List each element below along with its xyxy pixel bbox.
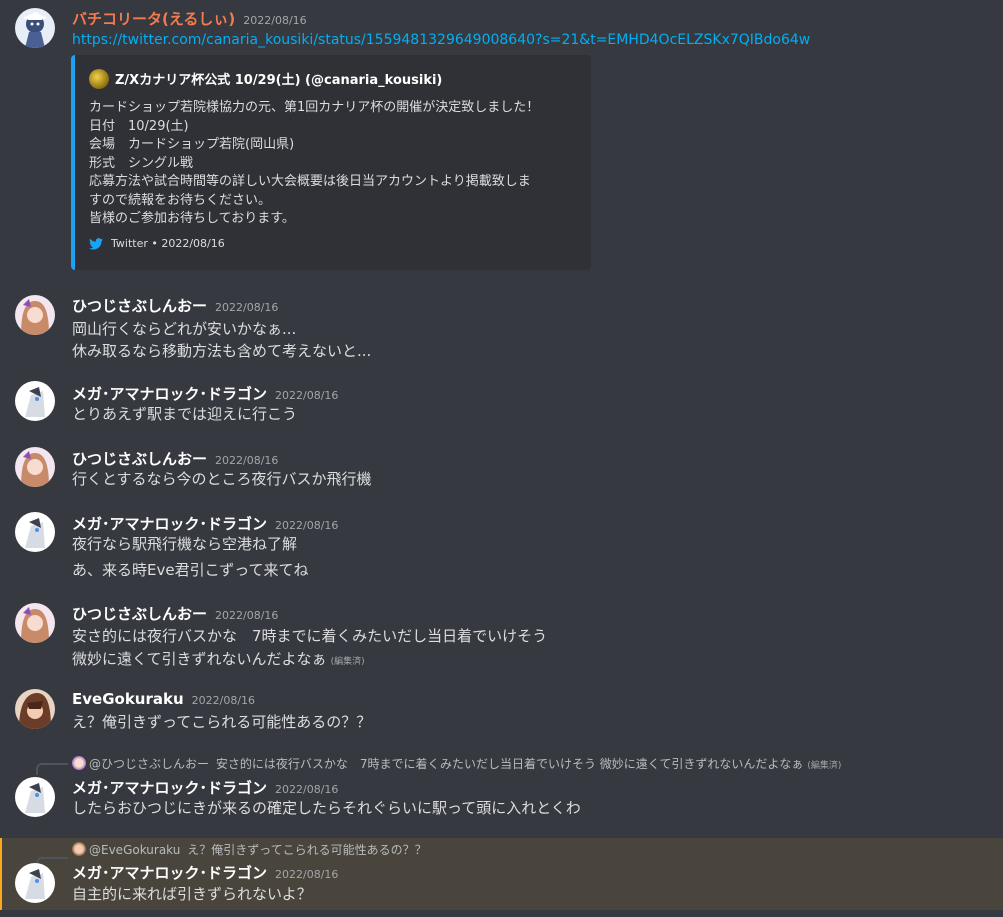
timestamp: 2022/08/16	[275, 868, 339, 881]
username[interactable]: ひつじさぶしんおー 2022/08/16	[72, 295, 278, 316]
avatar[interactable]	[15, 381, 55, 421]
edited-label: (編集済)	[807, 761, 842, 771]
username[interactable]: メガ･アマナロック･ドラゴン 2022/08/16	[72, 383, 338, 404]
message-content: 微妙に遠くて引きずれないんだよなぁ (編集済)	[72, 648, 365, 669]
author-name[interactable]: メガ･アマナロック･ドラゴン	[72, 385, 267, 403]
embed-author-name[interactable]: Z/Xカナリア杯公式 10/29(土) (@canaria_kousiki)	[115, 73, 442, 88]
author-name[interactable]: EveGokuraku	[72, 690, 184, 708]
reply-preview[interactable]: @EveGokuraku え？俺引きずってこられる可能性あるの？？	[72, 841, 427, 858]
message-text: 微妙に遠くて引きずれないんだよなぁ	[72, 650, 327, 668]
embed-footer: Twitter • 2022/08/16	[89, 237, 225, 250]
author-name[interactable]: バチコリータ(えるしぃ)	[72, 10, 235, 28]
avatar[interactable]	[15, 8, 55, 48]
message-content: え？俺引きずってこられる可能性あるの？？	[72, 713, 372, 731]
avatar[interactable]	[15, 777, 55, 817]
timestamp: 2022/08/16	[243, 14, 307, 27]
message-content: 岡山行くならどれが安いかなぁ...	[72, 320, 297, 338]
username[interactable]: メガ･アマナロック･ドラゴン 2022/08/16	[72, 513, 338, 534]
reply-avatar	[72, 842, 86, 856]
message-content: 安さ的には夜行バスかな 7時までに着くみたいだし当日着でいけそう	[72, 627, 548, 645]
embed-line: カードショップ若院様協力の元、第1回カナリア杯の開催が決定致しました！	[89, 100, 540, 115]
message-content: 行くとするなら今のところ夜行バスか飛行機	[72, 470, 372, 488]
reply-author[interactable]: @ひつじさぶしんおー	[89, 757, 209, 771]
message-content: とりあえず駅までは迎えに行こう	[72, 405, 298, 423]
embed-line: 形式 シングル戦	[89, 155, 194, 171]
username[interactable]: バチコリータ(えるしぃ) 2022/08/16	[72, 8, 307, 29]
author-name[interactable]: メガ･アマナロック･ドラゴン	[72, 779, 267, 797]
avatar[interactable]	[15, 512, 55, 552]
tweet-link[interactable]: https://twitter.com/canaria_kousiki/stat…	[72, 32, 810, 48]
timestamp: 2022/08/16	[275, 519, 339, 532]
reply-text: え？俺引きずってこられる可能性あるの？？	[187, 843, 427, 857]
reply-avatar	[72, 756, 86, 770]
embed-line: 会場 カードショップ若院(岡山県)	[89, 137, 295, 152]
timestamp: 2022/08/16	[215, 301, 279, 314]
embed-line: 日付 10/29(土)	[89, 118, 189, 134]
author-name[interactable]: ひつじさぶしんおー	[72, 297, 207, 315]
timestamp: 2022/08/16	[215, 454, 279, 467]
avatar[interactable]	[15, 863, 55, 903]
message-content: 休み取るなら移動方法も含めて考えないと...	[72, 342, 372, 360]
username[interactable]: ひつじさぶしんおー 2022/08/16	[72, 448, 278, 469]
avatar[interactable]	[15, 603, 55, 643]
timestamp: 2022/08/16	[275, 783, 339, 796]
avatar[interactable]	[15, 689, 55, 729]
author-name[interactable]: メガ･アマナロック･ドラゴン	[72, 864, 267, 882]
embed-description: カードショップ若院様協力の元、第1回カナリア杯の開催が決定致しました！ 日付 1…	[89, 99, 579, 229]
username[interactable]: EveGokuraku 2022/08/16	[72, 690, 255, 708]
username[interactable]: メガ･アマナロック･ドラゴン 2022/08/16	[72, 862, 338, 883]
twitter-bird-icon	[89, 238, 103, 250]
timestamp: 2022/08/16	[275, 389, 339, 402]
twitter-embed: Z/Xカナリア杯公式 10/29(土) (@canaria_kousiki) カ…	[71, 55, 591, 270]
reply-text: 安さ的には夜行バスかな 7時までに着くみたいだし当日着でいけそう 微妙に遠くて引…	[215, 757, 804, 771]
avatar[interactable]	[15, 447, 55, 487]
edited-label: (編集済)	[330, 657, 365, 667]
embed-line: 皆様のご参加お待ちしております。	[89, 211, 295, 226]
username[interactable]: ひつじさぶしんおー 2022/08/16	[72, 603, 278, 624]
author-name[interactable]: メガ･アマナロック･ドラゴン	[72, 515, 267, 533]
reply-author[interactable]: @EveGokuraku	[89, 843, 180, 857]
avatar[interactable]	[15, 295, 55, 335]
message-content: あ、来る時Eve君引こずって来てね	[72, 561, 309, 579]
embed-line: すので続報をお待ちください。	[89, 192, 272, 208]
message-content: 夜行なら駅飛行機なら空港ね了解	[72, 535, 298, 553]
message-content: 自主的に来れば引きずられないよ？	[72, 885, 312, 903]
embed-author[interactable]: Z/Xカナリア杯公式 10/29(土) (@canaria_kousiki)	[89, 69, 442, 89]
embed-line: 応募方法や試合時間等の詳しい大会概要は後日当アカウントより掲載致しま	[89, 174, 531, 189]
timestamp: 2022/08/16	[215, 609, 279, 622]
author-name[interactable]: ひつじさぶしんおー	[72, 605, 207, 623]
message-content: したらおひつじにきが来るの確定したらそれぐらいに駅って頭に入れとくわ	[72, 799, 581, 817]
reply-preview[interactable]: @ひつじさぶしんおー 安さ的には夜行バスかな 7時までに着くみたいだし当日着でい…	[72, 755, 841, 772]
author-name[interactable]: ひつじさぶしんおー	[72, 450, 207, 468]
canaria-logo-icon	[89, 69, 109, 89]
username[interactable]: メガ･アマナロック･ドラゴン 2022/08/16	[72, 777, 338, 798]
embed-footer-text: Twitter • 2022/08/16	[111, 237, 225, 250]
reply-connector	[36, 763, 68, 775]
timestamp: 2022/08/16	[191, 694, 256, 707]
